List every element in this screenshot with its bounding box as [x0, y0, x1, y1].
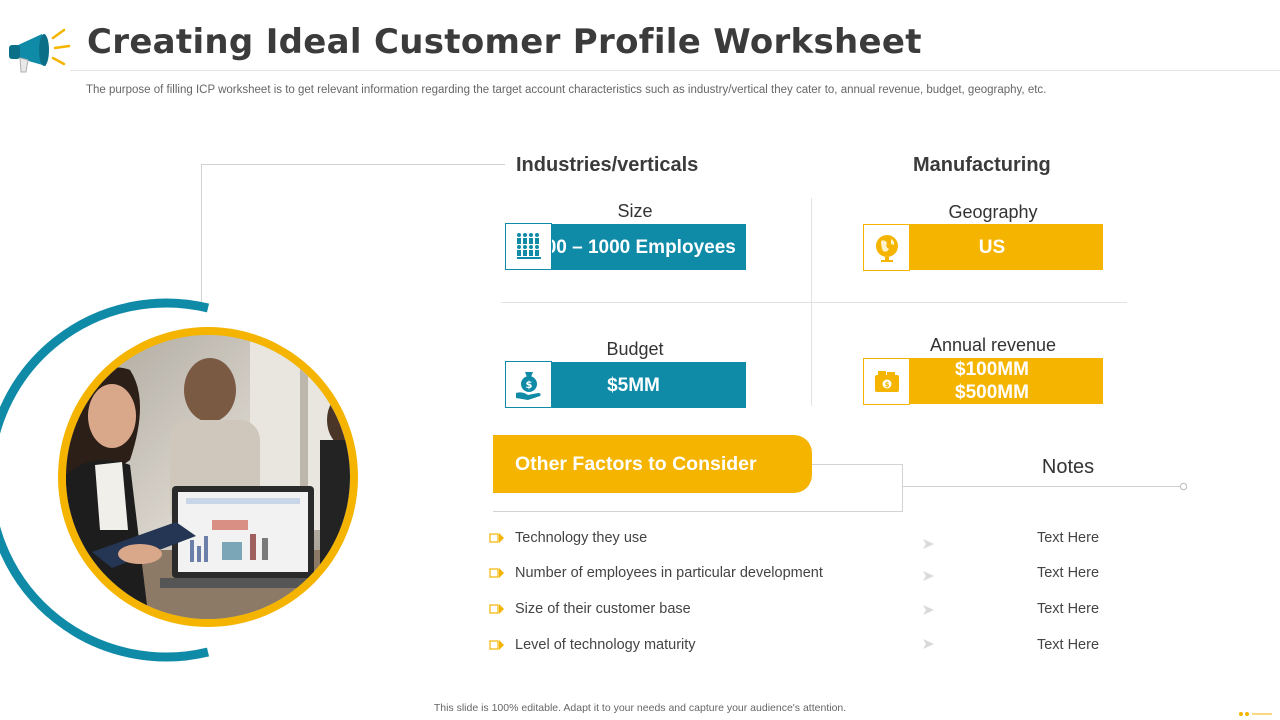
manufacturing-heading: Manufacturing: [913, 154, 1051, 176]
geography-label: Geography: [948, 202, 1038, 222]
connector-line-notes: [903, 486, 1181, 487]
megaphone-icon: [9, 28, 71, 73]
globe-icon: [875, 234, 898, 262]
arrow-right-icon: [923, 571, 934, 581]
money-bag-icon: $: [515, 371, 541, 400]
revenue-label: Annual revenue: [929, 335, 1057, 355]
page-subtitle: The purpose of filling ICP worksheet is …: [86, 84, 1047, 96]
factor-label: Number of employees in particular develo…: [515, 565, 823, 581]
arrow-right-icon: [923, 539, 934, 549]
grid-divider-horizontal: [501, 302, 1127, 303]
size-label: Size: [617, 201, 653, 221]
arrow-right-icon: [923, 639, 934, 649]
other-factors-heading: Other Factors to Consider: [493, 435, 812, 493]
budget-icon-box: $: [505, 361, 552, 408]
footer-note: This slide is 100% editable. Adapt it to…: [433, 702, 847, 714]
svg-text:$: $: [525, 380, 532, 391]
factor-item: Level of technology maturity: [489, 637, 696, 653]
factor-label: Level of technology maturity: [515, 637, 696, 653]
wallet-icon: $: [874, 370, 899, 392]
note-text: Text Here: [1036, 601, 1100, 617]
factor-item: Technology they use: [489, 530, 647, 546]
svg-text:$: $: [884, 381, 889, 389]
geography-icon-box: [863, 224, 910, 271]
factor-item: Size of their customer base: [489, 601, 691, 617]
page-title: Creating Ideal Customer Profile Workshee…: [87, 22, 922, 62]
connector-end-dot: [1179, 482, 1188, 491]
industries-heading: Industries/verticals: [516, 154, 699, 176]
notes-heading: Notes: [1041, 456, 1095, 478]
size-icon-box: [505, 223, 552, 270]
title-divider: [70, 70, 1280, 71]
arrow-right-icon: [923, 605, 934, 615]
arrow-bullet-icon: [489, 640, 504, 650]
connector-line-top: [201, 164, 505, 306]
factor-item: Number of employees in particular develo…: [489, 565, 823, 581]
arrow-bullet-icon: [489, 533, 504, 543]
revenue-icon-box: $: [863, 358, 910, 405]
team-photo: [0, 298, 358, 662]
connector-line-factors: [812, 464, 903, 512]
footer-dots-decoration: [1239, 712, 1272, 716]
note-text: Text Here: [1036, 530, 1100, 546]
revenue-value-text: $100MM $500MM: [955, 359, 1029, 403]
connector-line-factors-bottom: [493, 511, 813, 512]
people-icon: [516, 232, 541, 259]
arrow-bullet-icon: [489, 604, 504, 614]
factor-label: Technology they use: [515, 530, 648, 546]
note-text: Text Here: [1036, 637, 1100, 653]
factor-label: Size of their customer base: [515, 601, 691, 617]
budget-label: Budget: [606, 339, 664, 359]
arrow-bullet-icon: [489, 568, 504, 578]
note-text: Text Here: [1036, 565, 1100, 581]
